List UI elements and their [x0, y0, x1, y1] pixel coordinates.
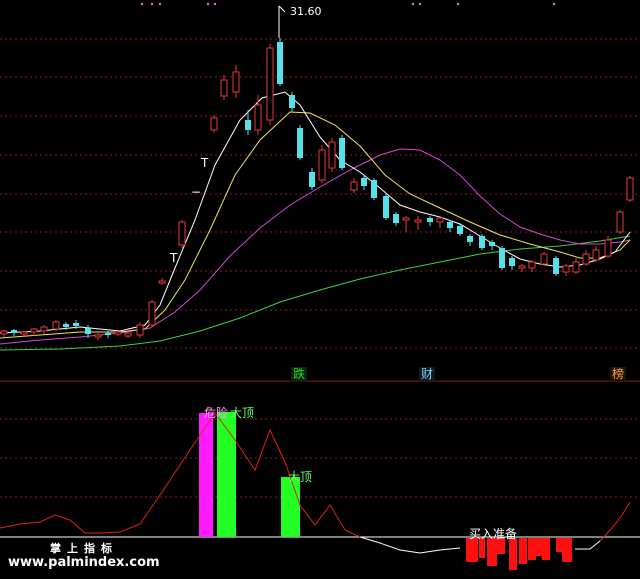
candle-down	[553, 258, 559, 274]
candle-down	[73, 323, 79, 326]
candle-up	[616, 211, 624, 233]
candle-down	[245, 120, 251, 130]
t-marker-2: T	[200, 156, 209, 170]
indicator-red-bar	[519, 538, 527, 564]
candle-up	[52, 321, 60, 330]
candle-down	[309, 172, 315, 187]
candle-down	[63, 324, 69, 327]
candle-up	[562, 265, 570, 273]
candle-down	[383, 196, 389, 218]
indicator-red-bar	[509, 538, 517, 570]
indicator-red-bars	[466, 538, 572, 570]
candle-up	[114, 331, 122, 335]
candle-up	[266, 47, 274, 121]
candle-up	[604, 239, 612, 257]
indicator-bar-green-2	[281, 477, 300, 537]
candle-up	[178, 221, 186, 246]
event-tag-fall[interactable]: 跌	[291, 367, 308, 381]
t-marker-1: T	[169, 251, 178, 265]
label-top-2: 大顶	[288, 470, 313, 484]
candle-up	[40, 326, 48, 332]
candle-down	[489, 242, 495, 246]
candle-up	[220, 79, 228, 97]
candle-down	[277, 42, 283, 84]
candle-up	[528, 261, 536, 269]
event-tag-rank[interactable]: 榜	[610, 367, 627, 381]
indicator-red-bar	[487, 538, 497, 566]
indicator-red-bar	[542, 538, 550, 560]
candle-up	[592, 249, 600, 261]
indicator-red-bar	[479, 538, 485, 558]
candle-down	[457, 226, 463, 234]
grid-lines	[0, 38, 640, 498]
indicator-line-white	[359, 536, 461, 554]
candle-up	[318, 149, 326, 181]
candle-up	[540, 253, 548, 265]
candle-up	[350, 181, 358, 191]
candle-down	[467, 236, 473, 242]
candle-down	[479, 236, 485, 248]
candle-up	[20, 331, 28, 335]
indicator-red-bar	[528, 538, 536, 560]
candle-down	[427, 218, 433, 222]
indicator-line-white-2	[575, 540, 601, 550]
label-danger: 危险	[204, 406, 229, 420]
candle-up	[30, 328, 38, 333]
label-buy-prep: 买入准备	[469, 527, 518, 541]
high-marker-value: 31.60	[290, 5, 322, 18]
ma-line-white	[0, 91, 631, 334]
candle-up	[94, 334, 102, 338]
watermark-brand: 掌上指标	[50, 542, 118, 555]
candle-down	[509, 258, 515, 266]
ma-line-green	[0, 235, 631, 351]
watermark-url: www.palmindex.com	[8, 555, 160, 570]
candle-down	[393, 214, 399, 223]
candle-up	[402, 217, 410, 221]
candle-up	[626, 177, 634, 201]
candle-up	[232, 71, 240, 93]
ma-line-yellow	[0, 111, 631, 339]
label-top: 大顶	[230, 406, 255, 420]
indicator-line-red-2	[599, 501, 631, 542]
indicator-red-bar	[556, 538, 562, 552]
candle-down	[361, 178, 367, 186]
candle-down	[499, 248, 505, 268]
candle-up	[436, 217, 444, 223]
candle-up	[158, 280, 166, 284]
stock-chart[interactable]: 31.60 T − T	[0, 0, 640, 579]
dash-marker: −	[191, 185, 201, 199]
indicator-red-bar	[562, 538, 572, 562]
candle-down	[85, 328, 91, 334]
event-tag-finance[interactable]: 财	[419, 367, 436, 381]
candle-down	[289, 95, 295, 108]
indicator-bar-green-1	[217, 412, 236, 537]
candle-down	[339, 138, 345, 168]
indicator-red-bar	[466, 538, 478, 562]
candle-up	[124, 332, 132, 337]
candle-up	[210, 117, 218, 131]
candle-up	[328, 141, 336, 169]
candle-down	[297, 128, 303, 158]
indicator-bar-magenta	[199, 413, 213, 537]
candle-up	[518, 265, 526, 269]
candle-up	[148, 301, 156, 326]
top-dots	[140, 2, 556, 6]
candle-down	[11, 330, 17, 333]
candle-down	[105, 333, 111, 335]
candle-up	[414, 219, 422, 223]
candle-down	[447, 222, 453, 228]
candle-up	[254, 104, 262, 131]
high-marker-arrow	[278, 5, 286, 13]
candle-up	[0, 330, 8, 335]
candle-down	[371, 180, 377, 198]
indicator-red-bar	[536, 538, 542, 556]
candle-up	[572, 261, 580, 273]
candle-up	[582, 253, 590, 265]
candle-up	[136, 324, 144, 336]
